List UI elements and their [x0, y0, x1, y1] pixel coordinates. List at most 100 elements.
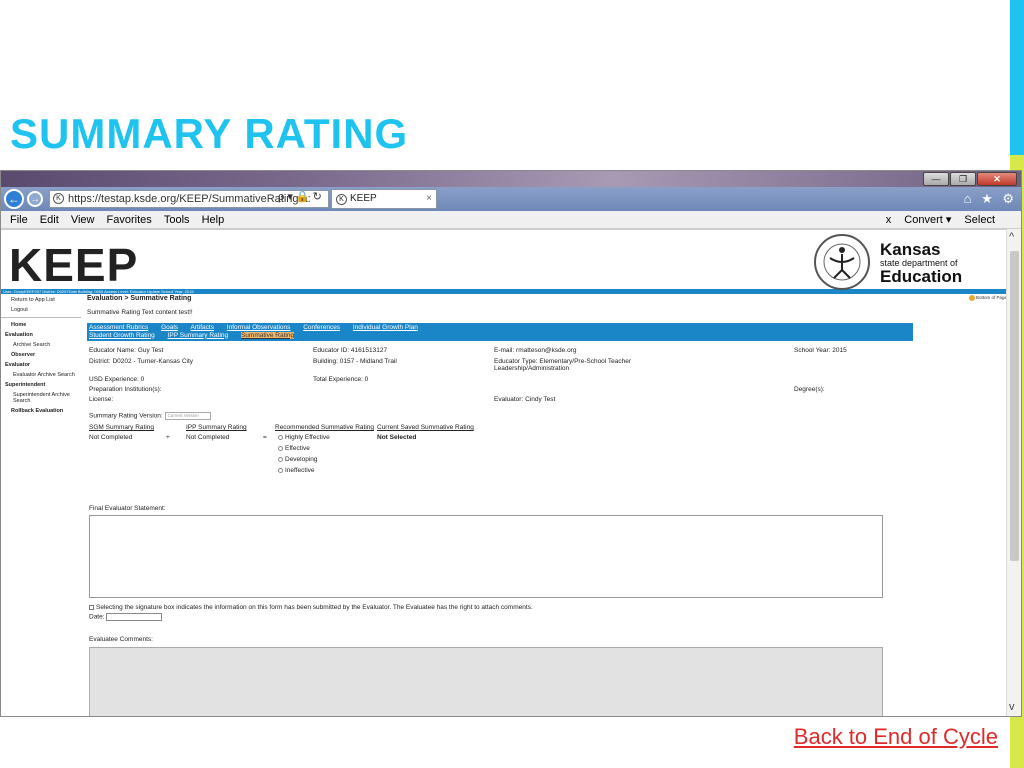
date-input[interactable] — [106, 613, 163, 621]
sidebar-superintendent[interactable]: Superintendent — [1, 380, 81, 390]
browser-window: — ❐ ✕ ← → K https://testap.ksde.org/KEEP… — [0, 170, 1022, 717]
sidebar-superintendent-archive-search[interactable]: Superintendent Archive Search — [1, 390, 81, 406]
menu-edit[interactable]: Edit — [40, 211, 59, 229]
forward-arrow-icon[interactable]: → — [27, 191, 43, 207]
sidebar-home[interactable]: Home — [1, 320, 81, 330]
radio-circle-icon — [278, 456, 283, 462]
home-favorites-settings-icons[interactable]: ⌂ ★ ⚙ — [964, 191, 1017, 207]
menu-view[interactable]: View — [71, 211, 95, 229]
tab-favicon-icon: K — [336, 194, 347, 205]
ksde-text: Kansas state department of Education — [880, 240, 963, 286]
radio-highly-effective[interactable]: Highly Effective — [278, 434, 330, 441]
menu-file[interactable]: File — [10, 211, 28, 229]
back-to-end-of-cycle-link[interactable]: Back to End of Cycle — [794, 724, 998, 750]
radio-label: Effective — [285, 445, 310, 452]
saved-rating-header: Current Saved Summative Rating — [377, 424, 474, 431]
sidebar-divider — [1, 317, 81, 318]
rating-section: Summary Rating Version: Current Version … — [87, 403, 1007, 474]
tab-summative-rating[interactable]: Summative Rating — [240, 331, 295, 339]
usd-experience: USD Experience: 0 — [89, 376, 145, 383]
sidebar-observer[interactable]: Observer — [1, 350, 81, 360]
sgm-summary-header: SGM Summary Rating — [89, 424, 155, 431]
slide-title: SUMMARY RATING — [10, 110, 409, 157]
browser-tab[interactable]: K KEEP × — [331, 189, 437, 209]
sidebar-evaluator[interactable]: Evaluator — [1, 360, 81, 370]
restore-button[interactable]: ❐ — [950, 172, 976, 186]
educator-email: E-mail: rmatteson@ksde.org — [494, 347, 577, 354]
building: Building: 0157 - Midland Trail — [313, 358, 397, 365]
tab-label: KEEP — [350, 193, 377, 204]
close-toolbar-icon[interactable]: x — [886, 214, 892, 226]
date-label: Date: — [89, 613, 105, 621]
breadcrumb: Evaluation > Summative Rating — [87, 295, 192, 302]
main-content: Evaluation > Summative Rating Bottom of … — [87, 295, 1007, 716]
menu-tools[interactable]: Tools — [164, 211, 190, 229]
ksde-line3: Education — [880, 267, 963, 286]
ksde-line1: Kansas — [880, 240, 941, 259]
radio-effective[interactable]: Effective — [278, 445, 310, 452]
tab-close-icon[interactable]: × — [426, 190, 432, 208]
menu-bar: File Edit View Favorites Tools Help x Co… — [1, 211, 1021, 229]
ksde-logo: Kansas state department of Education — [814, 234, 999, 290]
radio-circle-icon — [278, 445, 283, 451]
version-row: Summary Rating Version: Current Version — [89, 412, 211, 420]
educator-id: Educator ID: 4161513127 — [313, 347, 388, 354]
vertical-scrollbar[interactable]: ^ v — [1006, 229, 1021, 716]
tab-student-growth-rating[interactable]: Student Growth Rating — [89, 332, 155, 339]
educator-name: Educator Name: Guy Test — [89, 347, 164, 354]
scroll-up-icon[interactable]: ^ — [1009, 231, 1014, 243]
tab-informal-observations[interactable]: Informal Observations — [227, 324, 291, 331]
page-viewport: KEEP Kansas state department of Educatio… — [1, 229, 1007, 716]
scroll-down-icon[interactable]: v — [1009, 701, 1015, 713]
tab-ipp-summary-rating[interactable]: IPP Summary Rating — [168, 332, 229, 339]
content-text: Summative Rating Text content test!! — [87, 309, 193, 316]
radio-label: Highly Effective — [285, 434, 330, 441]
bottom-of-page-link[interactable]: Bottom of Page — [968, 295, 1007, 301]
version-label: Summary Rating Version: — [89, 412, 163, 420]
menu-favorites[interactable]: Favorites — [107, 211, 152, 229]
tab-assessment-rubrics[interactable]: Assessment Rubrics — [89, 324, 148, 331]
radio-developing[interactable]: Developing — [278, 456, 318, 463]
sidebar-evaluator-archive-search[interactable]: Evaluator Archive Search — [1, 370, 81, 380]
window-titlebar: — ❐ ✕ — [1, 171, 1021, 187]
sgm-value: Not Completed — [89, 434, 133, 441]
radio-circle-icon — [278, 434, 283, 440]
signature-row[interactable]: Selecting the signature box indicates th… — [89, 604, 533, 611]
sidebar-logout[interactable]: Logout — [1, 305, 81, 315]
total-experience: Total Experience: 0 — [313, 376, 369, 383]
district: District: D0202 - Turner-Kansas City — [89, 358, 194, 365]
saved-rating-value: Not Selected — [377, 434, 417, 441]
tab-conferences[interactable]: Conferences — [303, 324, 340, 331]
sidebar-archive-search[interactable]: Archive Search — [1, 340, 81, 350]
back-arrow-icon[interactable]: ← — [4, 189, 24, 209]
final-statement-label: Final Evaluator Statement: — [89, 505, 166, 512]
educator-type-2: Leadership/Administration — [494, 365, 570, 372]
sidebar-evaluation[interactable]: Evaluation — [1, 330, 81, 340]
signature-checkbox[interactable] — [89, 604, 94, 610]
preparation-institutions: Preparation Institution(s): — [89, 386, 162, 393]
browser-navbar: ← → K https://testap.ksde.org/KEEP/Summa… — [1, 187, 1021, 211]
school-year: School Year: 2015 — [794, 347, 847, 354]
sidebar-return-to-app-list[interactable]: Return to App List — [1, 295, 81, 305]
tab-individual-growth-plan[interactable]: Individual Growth Plan — [353, 324, 418, 331]
sidebar-rollback-evaluation[interactable]: Rollback Evaluation — [1, 406, 81, 416]
address-icons[interactable]: ρ ▾ 🔒 ↻ — [278, 190, 322, 203]
select-button[interactable]: Select — [964, 214, 995, 226]
tab-artifacts[interactable]: Artifacts — [191, 324, 214, 331]
address-url: https://testap.ksde.org/KEEP/SummativeRa… — [68, 193, 311, 205]
minimize-button[interactable]: — — [923, 172, 949, 186]
statements-section: Final Evaluator Statement: Selecting the… — [87, 473, 1007, 716]
final-statement-textarea[interactable] — [89, 515, 883, 598]
version-select[interactable]: Current Version — [164, 412, 211, 420]
signature-text: Selecting the signature box indicates th… — [96, 604, 533, 611]
menu-help[interactable]: Help — [202, 211, 225, 229]
scrollbar-thumb[interactable] — [1010, 251, 1019, 561]
convert-button[interactable]: Convert ▾ — [904, 214, 951, 226]
tab-goals[interactable]: Goals — [161, 324, 178, 331]
arrow-down-icon — [968, 295, 975, 301]
recommended-rating-header: Recommended Summative Rating — [275, 424, 374, 431]
license: License: — [89, 396, 114, 403]
close-window-button[interactable]: ✕ — [977, 172, 1017, 186]
keep-logo: KEEP — [9, 239, 139, 291]
evaluatee-comments-textarea — [89, 647, 883, 716]
